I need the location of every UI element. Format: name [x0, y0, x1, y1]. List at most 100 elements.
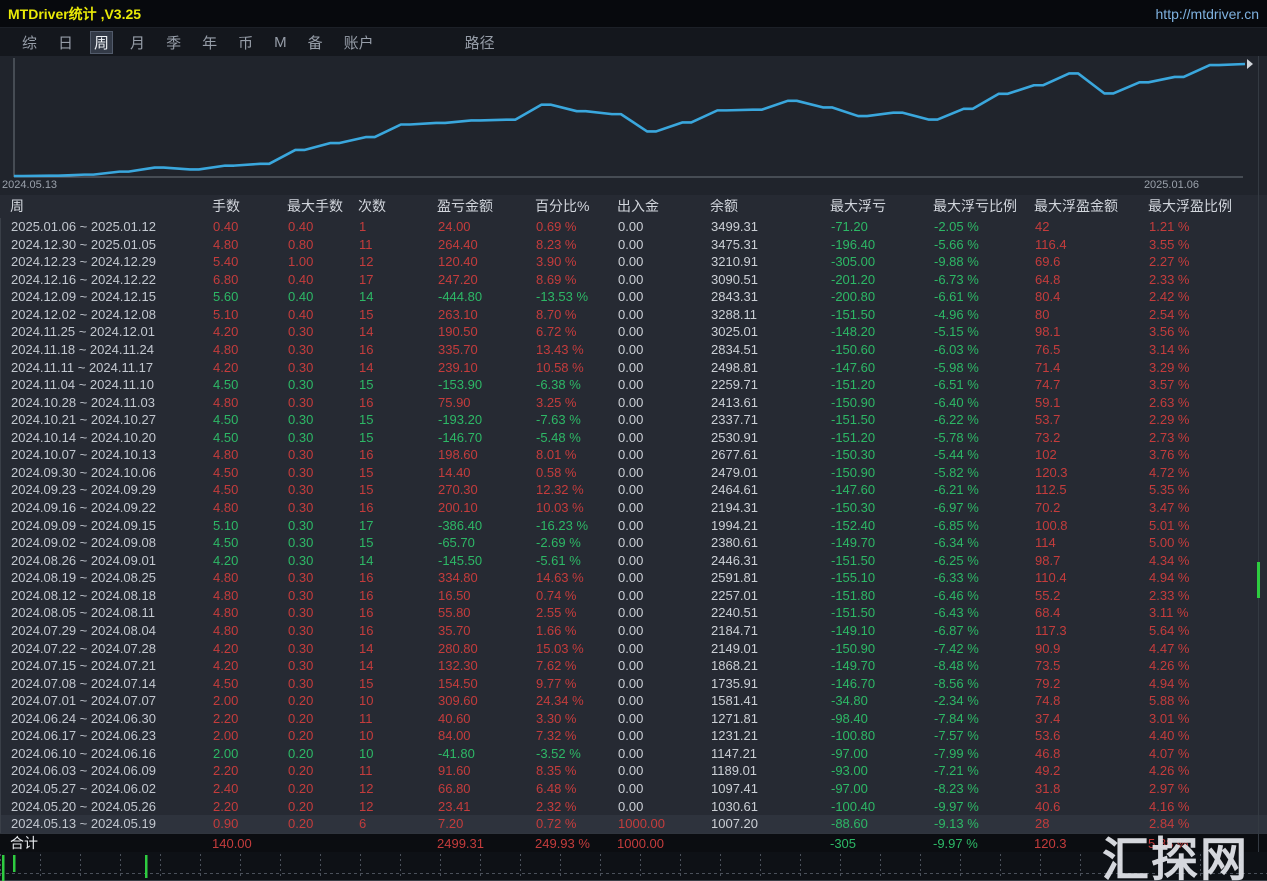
value-cell: 4.80	[213, 446, 288, 464]
table-row[interactable]: 2024.06.17 ~ 2024.06.232.000.201084.007.…	[1, 727, 1267, 745]
value-cell: 0.69 %	[536, 218, 618, 236]
column-header[interactable]: 周	[10, 195, 212, 218]
value-cell: 15	[359, 481, 438, 499]
menu-item-季[interactable]: 季	[162, 31, 185, 54]
table-row[interactable]: 2024.11.04 ~ 2024.11.104.500.3015-153.90…	[1, 376, 1267, 394]
table-row[interactable]: 2024.08.05 ~ 2024.08.114.800.301655.802.…	[1, 604, 1267, 622]
table-row[interactable]: 2024.06.03 ~ 2024.06.092.200.201191.608.…	[1, 762, 1267, 780]
table-row[interactable]: 2024.10.07 ~ 2024.10.134.800.3016198.608…	[1, 446, 1267, 464]
column-header[interactable]: 最大浮盈比例	[1148, 195, 1267, 218]
value-cell: 64.8	[1035, 271, 1149, 289]
table-row[interactable]: 2024.12.09 ~ 2024.12.155.600.4014-444.80…	[1, 288, 1267, 306]
value-cell: 7.32 %	[536, 727, 618, 745]
table-row[interactable]: 2024.12.02 ~ 2024.12.085.100.4015263.108…	[1, 306, 1267, 324]
value-cell: 4.50	[213, 376, 288, 394]
week-range: 2024.12.02 ~ 2024.12.08	[11, 306, 213, 324]
table-row[interactable]: 2024.05.27 ~ 2024.06.022.400.201266.806.…	[1, 780, 1267, 798]
column-header[interactable]: 余额	[710, 195, 830, 218]
table-row[interactable]: 2024.10.14 ~ 2024.10.204.500.3015-146.70…	[1, 429, 1267, 447]
column-header[interactable]: 次数	[358, 195, 437, 218]
value-cell: 335.70	[438, 341, 536, 359]
menu-item-M[interactable]: M	[270, 33, 291, 52]
right-rail[interactable]	[1258, 56, 1259, 852]
table-row[interactable]: 2024.06.24 ~ 2024.06.302.200.201140.603.…	[1, 710, 1267, 728]
value-cell: -6.22 %	[934, 411, 1035, 429]
value-cell: 2843.31	[711, 288, 831, 306]
table-row[interactable]: 2024.09.23 ~ 2024.09.294.500.3015270.301…	[1, 481, 1267, 499]
value-cell: 2479.01	[711, 464, 831, 482]
table-row[interactable]: 2024.11.18 ~ 2024.11.244.800.3016335.701…	[1, 341, 1267, 359]
app-url-link[interactable]: http://mtdriver.cn	[1156, 6, 1259, 22]
table-row[interactable]: 2024.09.02 ~ 2024.09.084.500.3015-65.70-…	[1, 534, 1267, 552]
menu-item-path[interactable]: 路径	[465, 32, 495, 53]
value-cell: 2.27 %	[1149, 253, 1267, 271]
menu-item-年[interactable]: 年	[198, 31, 221, 54]
value-cell: 0.00	[618, 429, 711, 447]
value-cell: 190.50	[438, 323, 536, 341]
week-range: 2024.05.20 ~ 2024.05.26	[11, 798, 213, 816]
value-cell: -146.70	[831, 675, 934, 693]
value-cell: 14	[359, 323, 438, 341]
menu-item-账户[interactable]: 账户	[340, 31, 378, 54]
table-row[interactable]: 2024.07.29 ~ 2024.08.044.800.301635.701.…	[1, 622, 1267, 640]
column-header[interactable]: 最大浮盈金额	[1034, 195, 1148, 218]
value-cell: 0.00	[618, 534, 711, 552]
value-cell: 0.40	[288, 306, 359, 324]
value-cell: 4.16 %	[1149, 798, 1267, 816]
column-header[interactable]: 最大手数	[287, 195, 358, 218]
value-cell: 4.94 %	[1149, 675, 1267, 693]
value-cell: -201.20	[831, 271, 934, 289]
value-cell: -2.34 %	[934, 692, 1035, 710]
value-cell: 0.00	[618, 727, 711, 745]
column-header[interactable]: 最大浮亏比例	[933, 195, 1034, 218]
table-row[interactable]: 2024.08.19 ~ 2024.08.254.800.3016334.801…	[1, 569, 1267, 587]
table-row[interactable]: 2024.12.23 ~ 2024.12.295.401.0012120.403…	[1, 253, 1267, 271]
menu-item-币[interactable]: 币	[234, 31, 257, 54]
table-row[interactable]: 2024.10.28 ~ 2024.11.034.800.301675.903.…	[1, 394, 1267, 412]
value-cell: 4.80	[213, 604, 288, 622]
value-cell: 2834.51	[711, 341, 831, 359]
table-row[interactable]: 2024.08.26 ~ 2024.09.014.200.3014-145.50…	[1, 552, 1267, 570]
value-cell: 0.00	[618, 780, 711, 798]
table-row[interactable]: 2024.09.16 ~ 2024.09.224.800.3016200.101…	[1, 499, 1267, 517]
value-cell: 14	[359, 640, 438, 658]
table-row[interactable]: 2024.05.20 ~ 2024.05.262.200.201223.412.…	[1, 798, 1267, 816]
table-row[interactable]: 2024.07.08 ~ 2024.07.144.500.3015154.509…	[1, 675, 1267, 693]
table-row[interactable]: 2025.01.06 ~ 2025.01.120.400.40124.000.6…	[1, 218, 1267, 236]
value-cell: -5.61 %	[536, 552, 618, 570]
table-row[interactable]: 2024.09.09 ~ 2024.09.155.100.3017-386.40…	[1, 517, 1267, 535]
column-header[interactable]: 出入金	[617, 195, 710, 218]
table-row[interactable]: 2024.07.01 ~ 2024.07.072.000.2010309.602…	[1, 692, 1267, 710]
table-row[interactable]: 2024.12.16 ~ 2024.12.226.800.4017247.208…	[1, 271, 1267, 289]
value-cell: 0.00	[618, 306, 711, 324]
column-header[interactable]: 百分比%	[535, 195, 617, 218]
menu-item-备[interactable]: 备	[304, 31, 327, 54]
menu-item-周[interactable]: 周	[90, 31, 113, 54]
menu-item-月[interactable]: 月	[126, 31, 149, 54]
mini-chart-strip	[0, 852, 1267, 881]
table-row[interactable]: 2024.07.22 ~ 2024.07.284.200.3014280.801…	[1, 640, 1267, 658]
equity-chart: 2024.05.13 2025.01.06	[0, 56, 1267, 195]
menu-item-日[interactable]: 日	[54, 31, 77, 54]
table-row[interactable]: 2024.08.12 ~ 2024.08.184.800.301616.500.…	[1, 587, 1267, 605]
table-row[interactable]: 2024.09.30 ~ 2024.10.064.500.301514.400.…	[1, 464, 1267, 482]
table-row[interactable]: 2024.11.11 ~ 2024.11.174.200.3014239.101…	[1, 359, 1267, 377]
value-cell: 4.20	[213, 657, 288, 675]
value-cell: 11	[359, 762, 438, 780]
value-cell: 1868.21	[711, 657, 831, 675]
table-row[interactable]: 2024.06.10 ~ 2024.06.162.000.2010-41.80-…	[1, 745, 1267, 763]
table-row[interactable]: 2024.10.21 ~ 2024.10.274.500.3015-193.20…	[1, 411, 1267, 429]
value-cell: 1097.41	[711, 780, 831, 798]
table-row[interactable]: 2024.07.15 ~ 2024.07.214.200.3014132.307…	[1, 657, 1267, 675]
table-row[interactable]: 2024.05.13 ~ 2024.05.190.900.2067.200.72…	[1, 815, 1267, 833]
value-cell: 2446.31	[711, 552, 831, 570]
value-cell: 120.40	[438, 253, 536, 271]
menu-bar: 综日周月季年币M备账户 路径	[0, 28, 1267, 56]
table-row[interactable]: 2024.12.30 ~ 2025.01.054.800.8011264.408…	[1, 236, 1267, 254]
table-row[interactable]: 2024.11.25 ~ 2024.12.014.200.3014190.506…	[1, 323, 1267, 341]
column-header[interactable]: 最大浮亏	[830, 195, 933, 218]
menu-item-综[interactable]: 综	[18, 31, 41, 54]
column-header[interactable]: 手数	[212, 195, 287, 218]
table-header: 周手数最大手数次数盈亏金额百分比%出入金余额最大浮亏最大浮亏比例最大浮盈金额最大…	[0, 195, 1267, 218]
column-header[interactable]: 盈亏金额	[437, 195, 535, 218]
